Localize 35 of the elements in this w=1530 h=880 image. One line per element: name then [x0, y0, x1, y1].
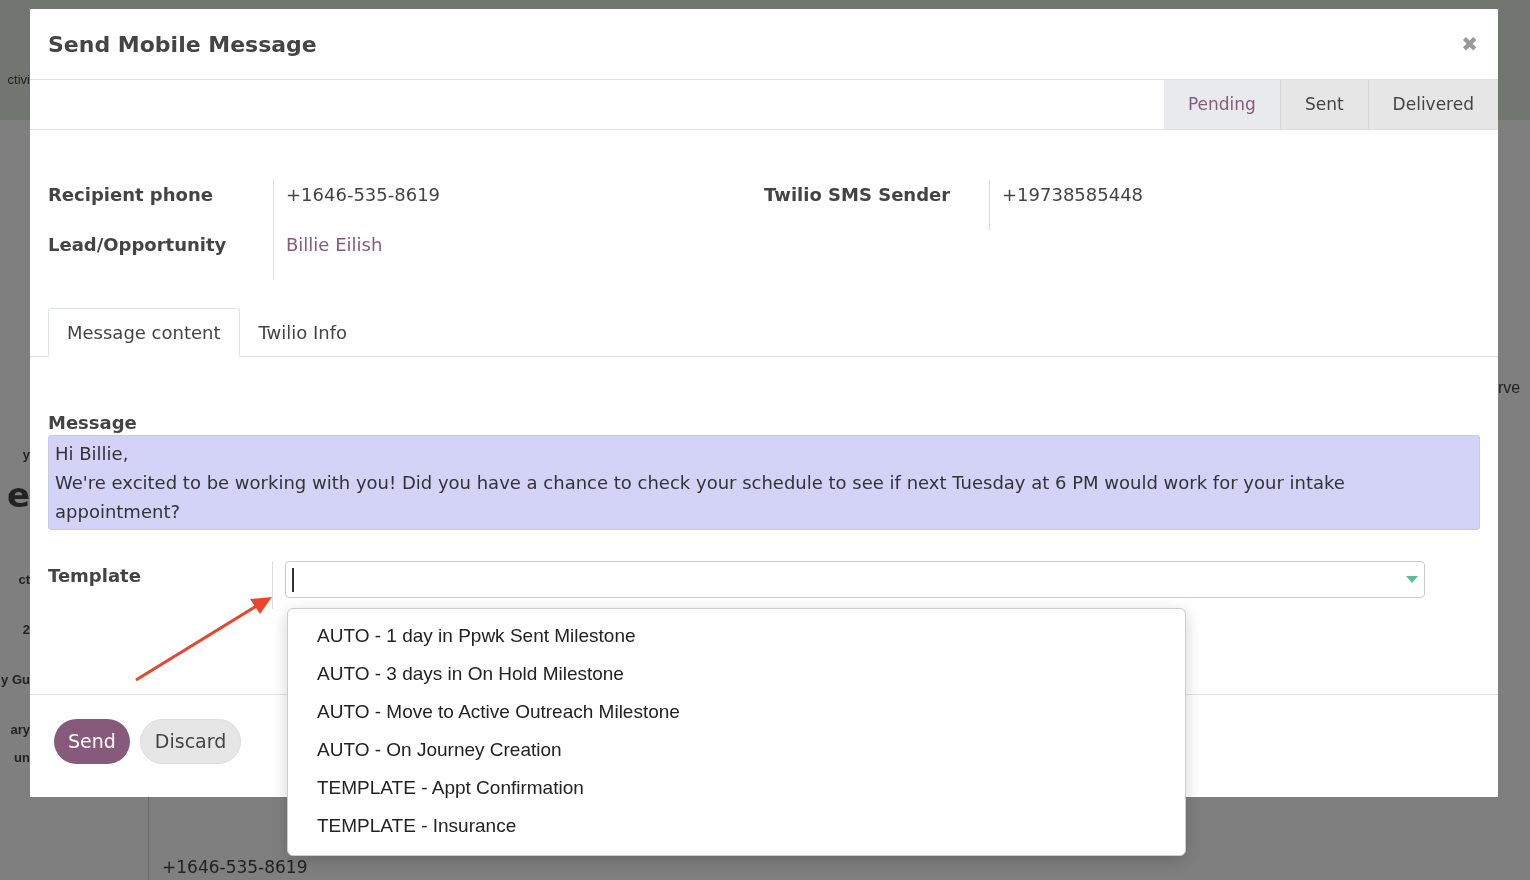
status-stage[interactable]: Pending [1163, 80, 1280, 129]
dialog-title: Send Mobile Message [48, 30, 317, 59]
field-label: Message [48, 411, 138, 435]
dropdown-option[interactable]: TEMPLATE - Appt Confirmation [288, 772, 1185, 810]
phone-number: +1646-535-8619 [162, 856, 308, 878]
background-text: un [14, 749, 30, 767]
background-text: y [22, 446, 30, 464]
dropdown-option[interactable]: AUTO - On Journey Creation [288, 734, 1185, 772]
dropdown-option[interactable]: AUTO - 1 day in Ppwk Sent Milestone [288, 620, 1185, 658]
text-cursor [292, 567, 294, 592]
record-link[interactable]: Billie Eilish [286, 230, 764, 258]
template-field[interactable] [285, 561, 1425, 598]
background-text: 2 [22, 621, 30, 639]
caret-icon [1406, 576, 1418, 583]
message-field[interactable]: Hi Billie, We're excited to be working with you! Did you have a chance to check your schedule to see if next Tuesday at 6 PM would work for your intake appointment? [48, 435, 1480, 530]
tab[interactable]: Twilio Info [239, 308, 367, 357]
field-label: Lead/Opportunity [48, 230, 274, 280]
background-text: y Gu [1, 671, 30, 689]
background-text: e [6, 475, 30, 515]
background-text: ct [18, 571, 30, 589]
field-label: Twilio SMS Sender [764, 180, 990, 230]
background-text: ctivi [7, 71, 30, 89]
discard-button[interactable]: Discard [139, 719, 242, 764]
field-label: Recipient phone [48, 180, 274, 230]
dropdown-option[interactable]: TEMPLATE - Insurance [288, 810, 1185, 848]
tab[interactable]: Message content [48, 308, 240, 357]
dropdown-option[interactable]: AUTO - 3 days in On Hold Milestone [288, 658, 1185, 696]
background-text: ary [10, 721, 30, 739]
status-stage[interactable]: Sent [1279, 80, 1368, 129]
field-value: +1646-535-8619 [286, 183, 442, 207]
send-button[interactable]: Send [54, 719, 130, 764]
status-stage[interactable]: Delivered [1367, 80, 1498, 129]
background-text: rve [1498, 378, 1521, 398]
dropdown-option[interactable]: AUTO - Move to Active Outreach Milestone [288, 696, 1185, 734]
field-value: +19738585448 [1002, 183, 1144, 207]
